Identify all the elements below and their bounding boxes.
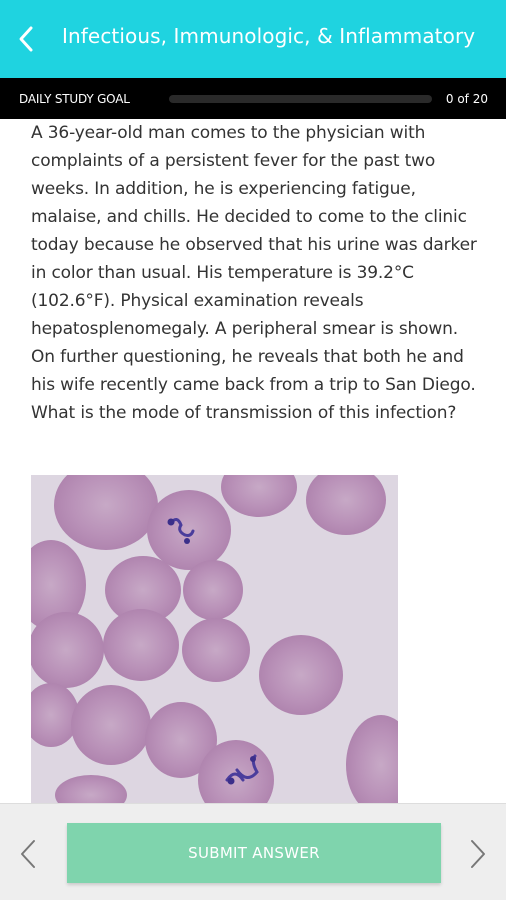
app-header: Infectious, Immunologic, & Inflammatory xyxy=(0,0,506,78)
study-goal-label: DAILY STUDY GOAL xyxy=(19,91,130,106)
study-goal-progress-track xyxy=(169,95,432,103)
previous-question-button[interactable] xyxy=(12,834,44,874)
chevron-right-icon xyxy=(471,840,485,868)
peripheral-smear-image xyxy=(31,475,398,805)
chevron-left-icon xyxy=(19,26,33,52)
page-title: Infectious, Immunologic, & Inflammatory xyxy=(62,24,476,48)
chevron-left-icon xyxy=(21,840,35,868)
daily-study-goal-bar: DAILY STUDY GOAL 0 of 20 xyxy=(0,78,506,119)
study-goal-count: 0 of 20 xyxy=(445,91,488,106)
footer-bar: SUBMIT ANSWER xyxy=(0,803,506,900)
submit-answer-button[interactable]: SUBMIT ANSWER xyxy=(67,823,441,883)
next-question-button[interactable] xyxy=(462,834,494,874)
question-text: A 36-year-old man comes to the physician… xyxy=(31,123,477,423)
back-button[interactable] xyxy=(8,19,44,59)
